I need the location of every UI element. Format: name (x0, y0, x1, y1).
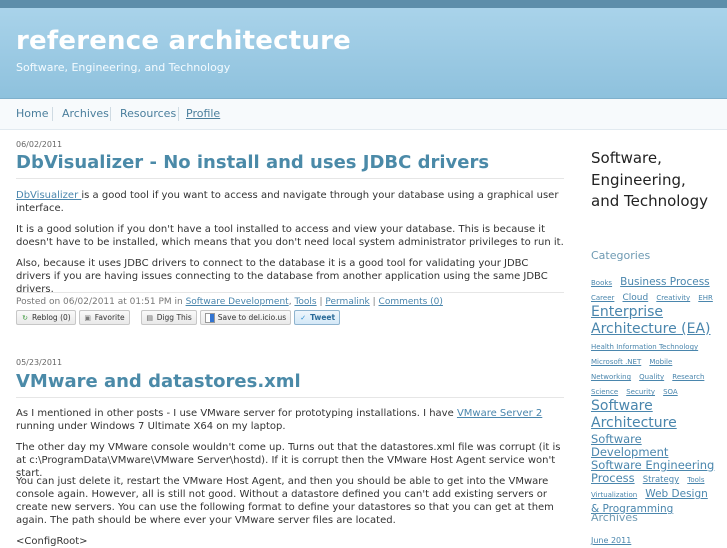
category-tag[interactable]: SOA (663, 388, 678, 396)
category-tag[interactable]: Business Process (620, 276, 709, 288)
post-paragraph: DbVisualizer is a good tool if you want … (16, 190, 559, 214)
categories-heading: Categories (591, 249, 651, 262)
nav-profile[interactable]: Profile (186, 107, 220, 120)
category-tag[interactable]: Health Information Technology (591, 343, 698, 351)
post-date: 05/23/2011 (16, 358, 63, 367)
permalink-link[interactable]: Permalink (325, 297, 369, 307)
twitter-icon: ✓ (300, 313, 307, 322)
favorite-button[interactable]: ▣ Favorite (78, 310, 130, 325)
top-strip (0, 0, 727, 8)
category-tag[interactable]: Books (591, 279, 612, 287)
post-paragraph: It is a good solution if you don't have … (16, 224, 564, 248)
top-navigation: Home Archives Resources Profile (0, 99, 727, 130)
nav-divider (178, 107, 179, 121)
delicious-button[interactable]: Save to del.icio.us (199, 310, 292, 325)
category-tag[interactable]: Enterprise Architecture (EA) (591, 304, 711, 337)
digg-icon: ▤ (146, 313, 153, 322)
category-tag[interactable]: Software Development (591, 432, 668, 459)
post-date: 06/02/2011 (16, 140, 63, 149)
category-tag-cloud: Books Business Process Career Cloud Crea… (591, 274, 719, 515)
category-tag[interactable]: Creativity (656, 294, 690, 302)
category-link[interactable]: Software Development (186, 297, 289, 307)
comments-link[interactable]: Comments (0) (379, 297, 443, 307)
category-tag[interactable]: Mobile (649, 358, 672, 366)
nav-archives[interactable]: Archives (62, 107, 109, 120)
post-meta: Posted on 06/02/2011 at 01:51 PM in Soft… (16, 292, 564, 307)
delicious-icon (204, 312, 215, 323)
archives-heading: Archives (591, 511, 638, 524)
category-tag[interactable]: Cloud (623, 293, 649, 303)
code-snippet: <ConfigRoot> (16, 536, 88, 547)
dbvisualizer-link[interactable]: DbVisualizer (16, 190, 81, 201)
post-paragraph: Also, because it uses JDBC drivers to co… (16, 258, 548, 295)
category-tag[interactable]: Virtualization (591, 491, 637, 499)
category-link[interactable]: Tools (294, 297, 316, 307)
post-paragraph: You can just delete it, restart the VMwa… (16, 476, 554, 526)
favorite-icon: ▣ (84, 313, 92, 322)
archive-link[interactable]: June 2011 (591, 536, 631, 545)
site-tagline: Software, Engineering, and Technology (16, 61, 231, 74)
digg-button[interactable]: ▤ Digg This (140, 310, 197, 325)
nav-divider (52, 107, 53, 121)
category-tag[interactable]: Science (591, 388, 618, 396)
nav-resources[interactable]: Resources (120, 107, 176, 120)
reblog-icon: ↻ (22, 313, 28, 322)
category-tag[interactable]: EHR (698, 294, 713, 302)
sidebar-title: Software, Engineering, and Technology (591, 149, 709, 210)
category-tag[interactable]: Tools (687, 476, 704, 484)
nav-home[interactable]: Home (16, 107, 48, 120)
category-tag[interactable]: Networking (591, 373, 631, 381)
tweet-button[interactable]: ✓ Tweet (294, 310, 341, 325)
nav-divider (110, 107, 111, 121)
share-toolbar: ↻ Reblog (0) ▣ Favorite ▤ Digg This Save to… (16, 310, 341, 326)
category-tag[interactable]: Strategy (643, 475, 679, 485)
category-tag[interactable]: Microsoft .NET (591, 358, 641, 366)
category-tag[interactable]: Quality (639, 373, 664, 381)
site-header: reference architecture Software, Enginee… (0, 8, 727, 99)
post-paragraph: As I mentioned in other posts - I use VM… (16, 408, 543, 432)
reblog-button[interactable]: ↻ Reblog (0) (16, 310, 76, 325)
post-title[interactable]: DbVisualizer - No install and uses JDBC … (16, 152, 564, 179)
post-title[interactable]: VMware and datastores.xml (16, 371, 564, 398)
vmware-server-link[interactable]: VMware Server 2 (457, 408, 542, 419)
category-tag[interactable]: Career (591, 294, 614, 302)
site-title[interactable]: reference architecture (16, 26, 351, 56)
category-tag[interactable]: Software Architecture (591, 398, 677, 431)
category-tag[interactable]: Security (626, 388, 655, 396)
category-tag[interactable]: Research (672, 373, 704, 381)
